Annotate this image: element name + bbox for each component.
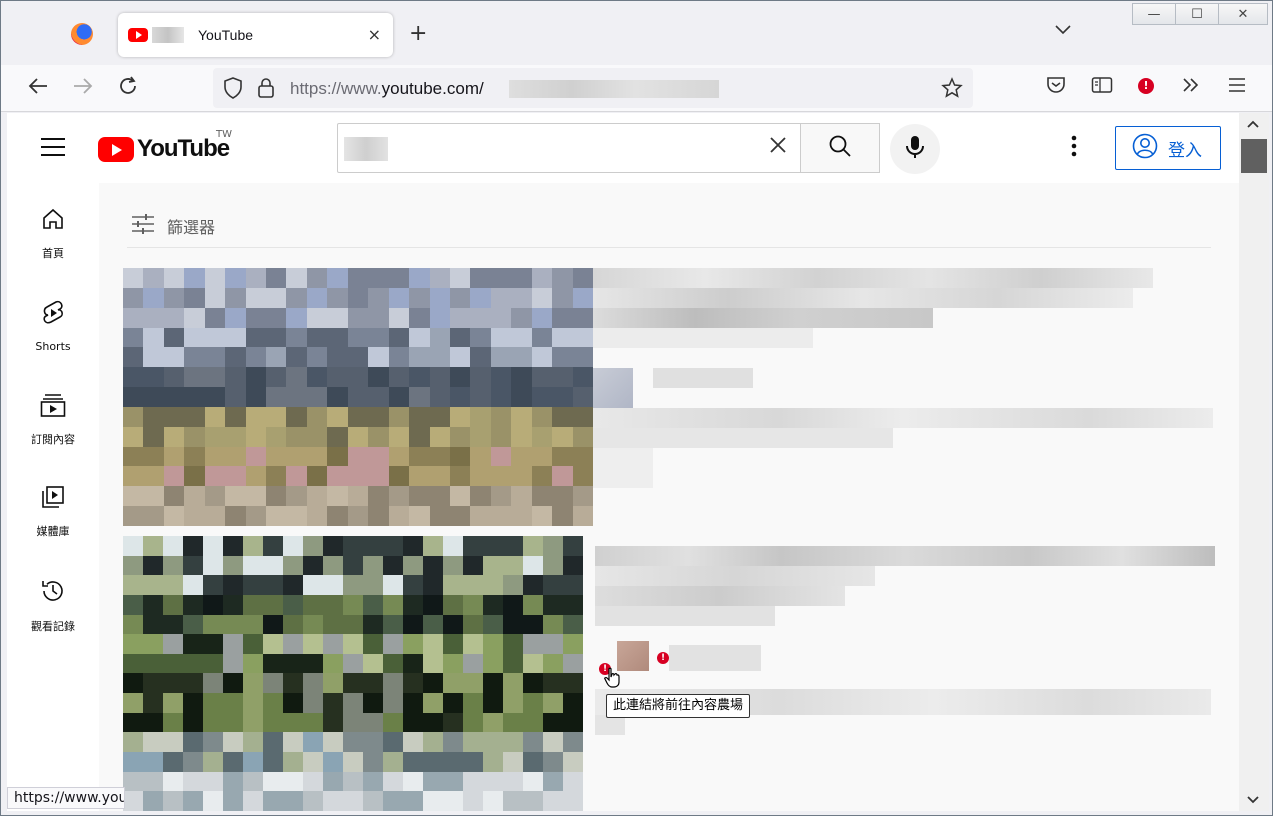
sign-in-label: 登入 — [1168, 140, 1202, 161]
forward-icon[interactable] — [72, 75, 94, 102]
shield-icon[interactable] — [223, 77, 243, 103]
blurred-search-query — [344, 137, 388, 161]
sidebar-item-label: 訂閱內容 — [31, 433, 75, 446]
voice-search-button[interactable] — [890, 124, 940, 174]
app-menu-icon[interactable] — [1228, 75, 1246, 99]
sidebar-item-subscriptions[interactable]: 訂閱內容 — [7, 393, 99, 473]
url-bar[interactable]: https://www.youtube.com/ — [213, 68, 973, 108]
url-text[interactable]: https://www.youtube.com/ — [290, 79, 484, 99]
hand-pointer-cursor-icon — [604, 667, 620, 694]
pocket-icon[interactable] — [1046, 75, 1066, 100]
link-status-bar: https://www.you — [7, 787, 125, 809]
navigation-bar: https://www.youtube.com/ ! — [1, 65, 1272, 112]
clear-search-icon[interactable] — [768, 135, 788, 161]
new-tab-button[interactable]: + — [409, 23, 427, 45]
close-window-button[interactable]: ✕ — [1218, 3, 1268, 25]
lock-icon[interactable] — [257, 77, 275, 103]
subscriptions-icon — [40, 393, 66, 421]
tab-title: YouTube — [198, 27, 254, 43]
filter-label: 篩選器 — [167, 218, 216, 237]
sidebar-item-home[interactable]: 首頁 — [7, 207, 99, 287]
sidebar-item-library[interactable]: 媒體庫 — [7, 485, 99, 565]
search-button[interactable] — [800, 123, 880, 173]
sidebar-item-label: 媒體庫 — [36, 525, 70, 538]
video-thumbnail-blurred[interactable] — [123, 268, 593, 526]
blurred-tab-text — [152, 27, 184, 43]
microphone-icon — [905, 135, 925, 163]
youtube-favicon-icon — [128, 28, 148, 42]
sidebar-item-label: 觀看記錄 — [31, 620, 75, 633]
sign-in-button[interactable]: 登入 — [1115, 126, 1221, 170]
filter-divider — [127, 247, 1211, 248]
window-controls: — ☐ ✕ — [1132, 3, 1268, 25]
reader-sidebar-icon[interactable] — [1091, 75, 1113, 100]
youtube-page: YouTube TW 登入 首頁 Shorts 訂閱內容 媒體庫 觀看記錄 篩選… — [7, 113, 1239, 811]
back-icon[interactable] — [27, 75, 49, 102]
sidebar-item-label: Shorts — [35, 340, 71, 353]
warning-badge-icon[interactable]: ! — [657, 652, 669, 664]
more-tools-chevrons-icon[interactable] — [1181, 75, 1201, 100]
region-code: TW — [216, 129, 232, 140]
filter-sliders-icon — [131, 213, 155, 239]
extension-warning-icon[interactable]: ! — [1138, 78, 1154, 94]
video-thumbnail-blurred[interactable] — [123, 536, 583, 811]
scroll-down-icon[interactable] — [1247, 793, 1259, 807]
tab-youtube[interactable]: YouTube × — [118, 13, 393, 57]
settings-more-icon[interactable] — [1071, 135, 1077, 161]
sidebar-item-history[interactable]: 觀看記錄 — [7, 578, 99, 658]
tab-strip: YouTube × + — ☐ ✕ — [1, 1, 1272, 65]
firefox-logo-icon[interactable] — [71, 23, 93, 45]
youtube-header: YouTube TW 登入 — [7, 113, 1239, 183]
bookmark-star-icon[interactable] — [941, 77, 963, 103]
library-icon — [41, 485, 65, 513]
vertical-scrollbar[interactable] — [1239, 113, 1269, 811]
scroll-up-icon[interactable] — [1247, 117, 1259, 131]
tab-close-icon[interactable]: × — [368, 25, 381, 44]
search-input[interactable] — [337, 123, 801, 173]
scrollbar-thumb[interactable] — [1241, 139, 1267, 173]
search-icon — [828, 134, 852, 162]
history-icon — [40, 578, 66, 608]
maximize-button[interactable]: ☐ — [1175, 3, 1219, 25]
filter-button[interactable]: 篩選器 — [131, 213, 215, 239]
home-icon — [41, 207, 65, 235]
browser-window: YouTube × + — ☐ ✕ https://www.youtube.co… — [0, 0, 1273, 816]
blurred-url-path — [509, 80, 719, 98]
shorts-icon — [41, 300, 65, 330]
reload-icon[interactable] — [117, 75, 139, 102]
sidebar-item-shorts[interactable]: Shorts — [7, 300, 99, 380]
sidebar-item-label: 首頁 — [42, 247, 64, 260]
mini-guide-sidebar: 首頁 Shorts 訂閱內容 媒體庫 觀看記錄 — [7, 183, 99, 811]
youtube-logo[interactable]: YouTube TW — [98, 129, 232, 163]
content-farm-warning-tooltip: 此連結將前往內容農場 — [606, 694, 751, 718]
account-circle-icon — [1132, 133, 1158, 164]
guide-menu-icon[interactable] — [41, 138, 65, 156]
youtube-play-icon — [98, 136, 134, 162]
list-all-tabs-icon[interactable] — [1055, 23, 1071, 39]
minimize-button[interactable]: — — [1132, 3, 1176, 25]
